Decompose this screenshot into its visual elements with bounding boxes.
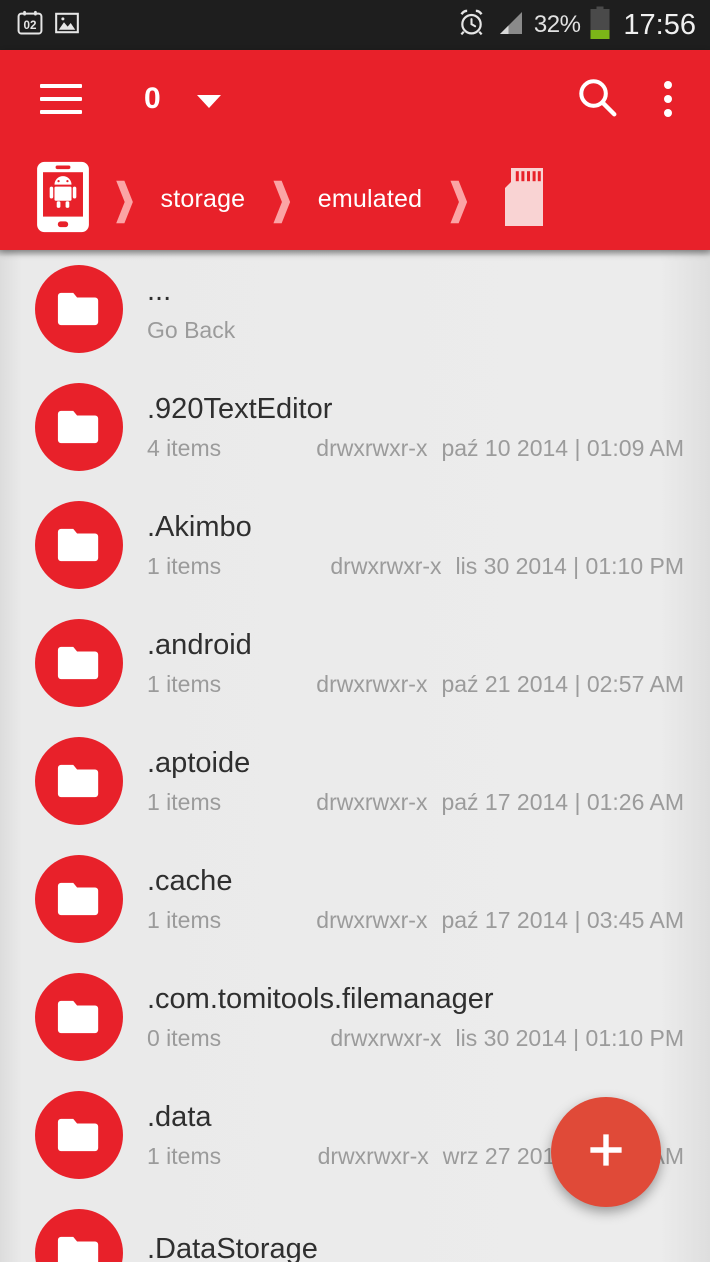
search-icon[interactable] bbox=[574, 74, 620, 125]
folder-icon bbox=[35, 1091, 123, 1179]
file-items-count: 1 items bbox=[147, 671, 222, 697]
file-permissions: drwxrwxr-x bbox=[316, 789, 428, 815]
file-items-count: 0 items bbox=[147, 1025, 222, 1051]
list-item[interactable]: ... Go Back bbox=[0, 250, 710, 368]
file-date: paź 17 2014 | 01:26 AM bbox=[441, 789, 684, 815]
file-items-count: 4 items bbox=[147, 435, 222, 461]
breadcrumb-separator: ❱ bbox=[267, 175, 296, 223]
folder-icon bbox=[35, 973, 123, 1061]
file-name: ... bbox=[147, 275, 172, 307]
battery-percent-label: 32% bbox=[533, 11, 581, 38]
list-item[interactable]: .920TextEditor 4 items drwxrwxr-x paź 10… bbox=[0, 368, 710, 486]
list-item[interactable]: .android 1 items drwxrwxr-x paź 21 2014 … bbox=[0, 604, 710, 722]
folder-icon bbox=[35, 501, 123, 589]
folder-icon bbox=[35, 383, 123, 471]
file-date: paź 17 2014 | 03:45 AM bbox=[441, 907, 684, 933]
file-permissions: drwxrwxr-x bbox=[316, 435, 428, 461]
breadcrumb-separator: ❱ bbox=[444, 175, 473, 223]
file-permissions: drwxrwxr-x bbox=[330, 1025, 442, 1051]
file-permissions: drwxrwxr-x bbox=[316, 671, 428, 697]
calendar-icon: 02 bbox=[16, 9, 44, 42]
file-items-count: 1 items bbox=[147, 553, 222, 579]
signal-icon bbox=[495, 9, 525, 42]
file-name: .com.tomitools.filemanager bbox=[147, 983, 494, 1015]
file-permissions: drwxrwxr-x bbox=[330, 553, 442, 579]
phone-android-icon[interactable] bbox=[34, 160, 92, 239]
chevron-down-icon[interactable] bbox=[196, 94, 221, 108]
toolbar: 0 bbox=[0, 50, 710, 148]
status-bar: 02 32% 17:56 bbox=[0, 0, 710, 50]
battery-icon bbox=[589, 6, 611, 45]
plus-icon bbox=[581, 1125, 631, 1180]
overflow-menu-icon[interactable] bbox=[654, 77, 682, 121]
file-name: .android bbox=[147, 629, 252, 661]
list-item[interactable]: .com.tomitools.filemanager 0 items drwxr… bbox=[0, 958, 710, 1076]
hamburger-menu-icon[interactable] bbox=[40, 84, 82, 114]
list-item[interactable]: .cache 1 items drwxrwxr-x paź 17 2014 | … bbox=[0, 840, 710, 958]
file-items-count: 1 items bbox=[147, 1143, 222, 1169]
gallery-icon bbox=[54, 10, 80, 41]
alarm-icon bbox=[457, 8, 486, 42]
breadcrumb: ❱ storage ❱ emulated ❱ bbox=[0, 148, 710, 250]
file-name: .Akimbo bbox=[147, 511, 252, 543]
file-name: .aptoide bbox=[147, 747, 251, 779]
folder-icon bbox=[35, 855, 123, 943]
folder-icon bbox=[35, 265, 123, 353]
clock-label: 17:56 bbox=[623, 8, 696, 41]
file-items-count: 1 items bbox=[147, 907, 222, 933]
breadcrumb-item-emulated[interactable]: emulated bbox=[314, 185, 426, 214]
file-date: lis 30 2014 | 01:10 PM bbox=[455, 1025, 684, 1051]
folder-icon bbox=[35, 737, 123, 825]
file-name: .DataStorage bbox=[147, 1232, 318, 1262]
file-name: .cache bbox=[147, 865, 233, 897]
page-title: 0 bbox=[144, 82, 161, 115]
app-bar: 0 ❱ storage ❱ emulated ❱ bbox=[0, 50, 710, 250]
breadcrumb-separator: ❱ bbox=[110, 175, 139, 223]
breadcrumb-item-storage[interactable]: storage bbox=[157, 185, 250, 214]
file-items-count: Go Back bbox=[147, 317, 236, 343]
file-permissions: drwxrwxr-x bbox=[317, 1143, 429, 1169]
file-date: lis 30 2014 | 01:10 PM bbox=[455, 553, 684, 579]
svg-text:02: 02 bbox=[24, 19, 37, 32]
list-item[interactable]: .aptoide 1 items drwxrwxr-x paź 17 2014 … bbox=[0, 722, 710, 840]
list-item[interactable]: .Akimbo 1 items drwxrwxr-x lis 30 2014 |… bbox=[0, 486, 710, 604]
add-button[interactable] bbox=[551, 1097, 661, 1207]
folder-icon bbox=[35, 619, 123, 707]
sdcard-icon[interactable] bbox=[499, 167, 543, 231]
file-date: paź 21 2014 | 02:57 AM bbox=[441, 671, 684, 697]
file-permissions: drwxrwxr-x bbox=[316, 907, 428, 933]
file-items-count: 1 items bbox=[147, 789, 222, 815]
file-date: paź 10 2014 | 01:09 AM bbox=[441, 435, 684, 461]
file-name: .920TextEditor bbox=[147, 393, 333, 425]
folder-icon bbox=[35, 1209, 123, 1262]
